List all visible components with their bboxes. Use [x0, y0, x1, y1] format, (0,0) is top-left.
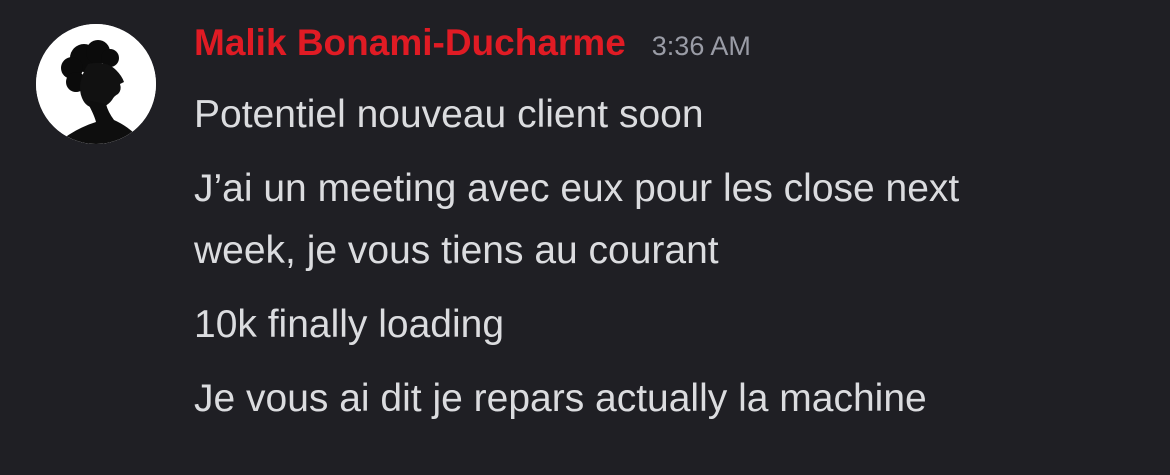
message-list: Potentiel nouveau client soon J’ai un me…	[194, 84, 1114, 442]
message-text: Potentiel nouveau client soon	[194, 93, 704, 136]
message-text: 10k finally loading	[194, 303, 505, 346]
message-header: Malik Bonami-Ducharme 3:36 AM	[194, 22, 751, 74]
user-avatar[interactable]	[36, 24, 156, 144]
username[interactable]: Malik Bonami-Ducharme	[194, 22, 626, 64]
avatar-silhouette-profile-icon	[36, 24, 156, 144]
message-timestamp[interactable]: 3:36 AM	[652, 31, 751, 62]
message-text: Je vous ai dit je repars actually la mac…	[194, 377, 927, 420]
message-group: Malik Bonami-Ducharme 3:36 AM Potentiel …	[0, 0, 1170, 475]
message-text: J’ai un meeting avec eux pour les close …	[194, 167, 960, 272]
